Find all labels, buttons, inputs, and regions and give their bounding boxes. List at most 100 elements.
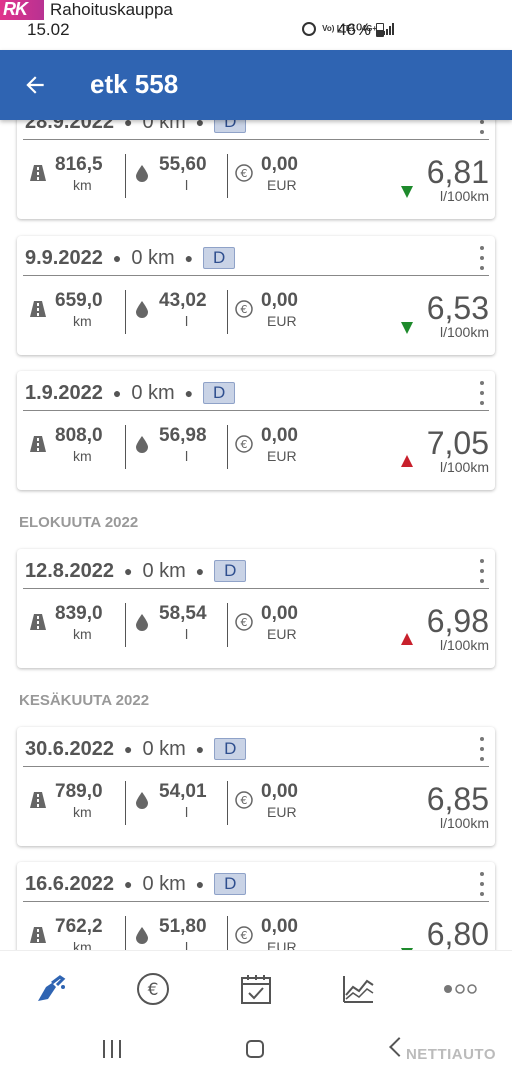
distance-stat: 659,0 km (29, 286, 129, 336)
watermark: NETTIAUTO (405, 1046, 496, 1063)
euro-circle-icon: € (235, 164, 253, 182)
refuel-card[interactable]: 30.6.2022 ● 0 km ● D 789,0 km 54,01 l € (17, 727, 495, 846)
volume-stat: 54,01 l (135, 777, 235, 827)
refuel-date: 16.6.2022 (25, 872, 114, 895)
road-icon (30, 301, 46, 317)
more-options-icon[interactable] (477, 246, 487, 270)
battery-icon (376, 23, 384, 37)
refuel-card[interactable]: 28.9.2022 ● 0 km ● D 816,5 km 55,60 l € (17, 120, 495, 219)
stat-divider (227, 154, 228, 198)
card-header: 30.6.2022 ● 0 km ● D (25, 735, 247, 763)
svg-text:€: € (241, 929, 248, 942)
euro-circle-icon: € (235, 791, 253, 809)
volume-stat: 51,80 l (135, 912, 235, 950)
card-header: 9.9.2022 ● 0 km ● D (25, 244, 236, 272)
cost-unit: EUR (267, 804, 297, 820)
more-options-icon[interactable] (477, 737, 487, 761)
alarm-icon (302, 22, 317, 36)
consumption-unit: l/100km (439, 324, 489, 340)
nav-service[interactable] (236, 971, 276, 1007)
card-divider (23, 139, 489, 140)
refuel-date: 28.9.2022 (25, 120, 114, 133)
fuel-type-badge: D (203, 247, 236, 269)
more-options-icon[interactable] (477, 381, 487, 405)
separator-dot: ● (123, 120, 133, 130)
signal-icon (383, 23, 394, 35)
month-header: KESÄKUUTA 2022 (19, 692, 150, 709)
consumption-value: 6,53 (426, 290, 489, 326)
distance-stat: 762,2 km (29, 912, 129, 950)
separator-dot: ● (184, 250, 194, 266)
home-icon[interactable] (246, 1040, 264, 1058)
app-bar: etk 558 (0, 50, 512, 120)
separator-dot: ● (123, 563, 133, 579)
fuel-type-badge: D (214, 560, 247, 582)
euro-circle-icon: € (235, 613, 253, 631)
svg-text:€: € (241, 616, 248, 629)
distance-stat: 789,0 km (29, 777, 129, 827)
nav-more[interactable] (440, 971, 480, 1007)
fuel-type-badge: D (214, 873, 247, 895)
back-arrow-icon[interactable] (22, 72, 48, 98)
distance-stat: 839,0 km (29, 599, 129, 649)
more-options-icon[interactable] (477, 872, 487, 896)
euro-circle-icon: € (235, 926, 253, 944)
refuel-card[interactable]: 12.8.2022 ● 0 km ● D 839,0 km 58,54 l € (17, 549, 495, 668)
separator-dot: ● (195, 876, 205, 892)
card-header: 16.6.2022 ● 0 km ● D (25, 870, 247, 898)
road-icon (30, 165, 46, 181)
separator-dot: ● (112, 385, 122, 401)
nav-costs[interactable]: € (133, 971, 173, 1007)
drop-icon (136, 165, 148, 182)
separator-dot: ● (123, 741, 133, 757)
refuel-date: 30.6.2022 (25, 737, 114, 760)
stat-divider (125, 425, 126, 469)
page-title: etk 558 (90, 69, 179, 99)
cost-stat: € 0,00 EUR (235, 286, 345, 336)
card-header: 12.8.2022 ● 0 km ● D (25, 557, 247, 585)
refuel-card[interactable]: 16.6.2022 ● 0 km ● D 762,2 km 51,80 l € (17, 862, 495, 950)
odometer-value: 0 km (142, 737, 186, 760)
nav-refuel[interactable] (30, 971, 70, 1007)
refuel-card[interactable]: 1.9.2022 ● 0 km ● D 808,0 km 56,98 l € 0… (17, 371, 495, 490)
notification-title: Rahoituskauppa (50, 0, 173, 19)
cost-stat: € 0,00 EUR (235, 150, 345, 200)
stat-divider (125, 916, 126, 950)
calendar-icon (241, 975, 271, 1004)
cost-stat: € 0,00 EUR (235, 599, 345, 649)
cost-value: 0,00 (261, 425, 298, 446)
cost-value: 0,00 (261, 290, 298, 311)
drop-icon (136, 927, 148, 944)
battery-percent: 46% (337, 20, 372, 39)
refuel-list[interactable]: 28.9.2022 ● 0 km ● D 816,5 km 55,60 l € (0, 120, 512, 950)
consumption-unit: l/100km (439, 637, 489, 653)
more-options-icon[interactable] (477, 120, 487, 134)
stat-divider (227, 425, 228, 469)
recent-apps-icon[interactable] (103, 1040, 121, 1058)
distance-stat: 816,5 km (29, 150, 129, 200)
consumption-unit: l/100km (439, 815, 489, 831)
euro-circle-icon: € (235, 435, 253, 453)
refuel-card[interactable]: 9.9.2022 ● 0 km ● D 659,0 km 43,02 l € 0… (17, 236, 495, 355)
odometer-value: 0 km (131, 246, 175, 269)
nav-statistics[interactable] (338, 971, 378, 1007)
consumption-value: 6,85 (426, 781, 489, 817)
card-header: 28.9.2022 ● 0 km ● D (25, 120, 247, 136)
cost-unit: EUR (267, 448, 297, 464)
stat-divider (125, 781, 126, 825)
road-icon (30, 436, 46, 452)
fuel-type-badge: D (214, 738, 247, 760)
card-divider (23, 275, 489, 276)
rk-logo: RK (0, 0, 44, 20)
stat-divider (125, 603, 126, 647)
separator-dot: ● (112, 250, 122, 266)
odometer-value: 0 km (131, 381, 175, 404)
fuel-type-badge: D (203, 382, 236, 404)
distance-stat: 808,0 km (29, 421, 129, 471)
cost-stat: € 0,00 EUR (235, 912, 345, 950)
more-options-icon[interactable] (477, 559, 487, 583)
fuel-type-badge: D (214, 120, 247, 133)
consumption-value: 7,05 (426, 425, 489, 461)
stat-divider (227, 603, 228, 647)
road-icon (30, 614, 46, 630)
